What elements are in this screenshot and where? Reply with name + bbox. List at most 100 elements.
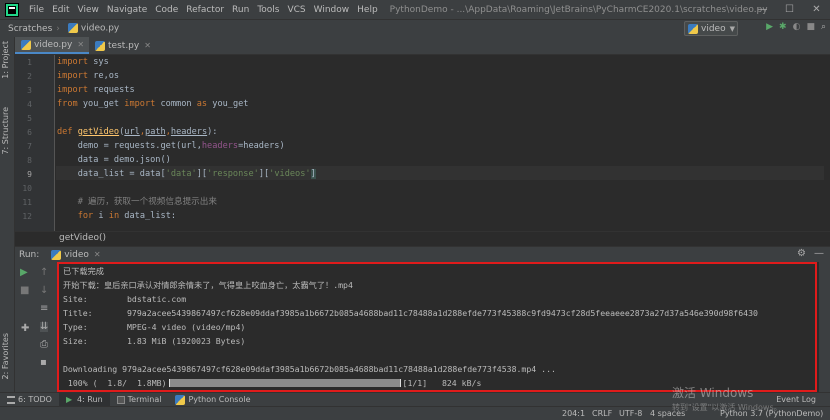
minimize-button[interactable]: — xyxy=(749,0,776,19)
code-token: 'videos' xyxy=(269,169,311,179)
run-configuration-select[interactable]: video ▼ xyxy=(684,21,738,36)
menu-help[interactable]: Help xyxy=(353,5,382,15)
function-breadcrumb[interactable]: getVideo() xyxy=(59,233,106,243)
code-token: for xyxy=(77,211,94,221)
run-tab-video[interactable]: video ✕ xyxy=(51,249,101,260)
site-value: bdstatic.com xyxy=(127,294,187,304)
search-icon[interactable]: ⌕ xyxy=(821,22,826,32)
editor-tab-bar: video.py ✕ test.py ✕ xyxy=(15,37,830,55)
python-file-icon xyxy=(688,23,698,34)
coverage-icon[interactable]: ◐ xyxy=(793,22,801,32)
title-key: Title: xyxy=(63,308,93,318)
run-icon: ▶ xyxy=(65,394,73,404)
favorites-tool-tab[interactable]: 2: Favorites xyxy=(1,333,10,379)
window-title: PythonDemo - ...\AppData\Roaming\JetBrai… xyxy=(389,4,768,15)
tab-video-py[interactable]: video.py ✕ xyxy=(15,37,90,54)
menu-tools[interactable]: Tools xyxy=(253,5,283,15)
menu-edit[interactable]: Edit xyxy=(48,5,73,15)
maximize-button[interactable]: ☐ xyxy=(776,0,803,19)
code-line: import re,os xyxy=(57,69,119,83)
debug-icon[interactable]: ✱ xyxy=(779,22,787,32)
close-icon[interactable]: ✕ xyxy=(77,40,84,49)
breadcrumb-file[interactable]: video.py xyxy=(60,23,123,34)
caret-position[interactable]: 204:1 xyxy=(562,407,585,420)
stop-icon[interactable]: ■ xyxy=(20,286,29,296)
menu-file[interactable]: File xyxy=(25,5,48,15)
line-number: 11 xyxy=(22,198,32,207)
console-progress-line: 100% ( 1.8/ 1.8MB) [1/1] 824 kB/s xyxy=(63,376,481,390)
menu-code[interactable]: Code xyxy=(151,5,182,15)
line-separator[interactable]: CRLF xyxy=(592,407,612,420)
breadcrumb-scratches[interactable]: Scratches xyxy=(0,24,56,34)
down-arrow-icon[interactable]: ↓ xyxy=(40,286,48,296)
run-tool-header: Run: video ✕ ⚙ — xyxy=(15,246,830,262)
title-value: 979a2acee5439867497cf628e09ddaf3985a1b66… xyxy=(127,308,758,318)
todo-tool-tab[interactable]: 6: TODO xyxy=(0,393,59,407)
size-value: 1.83 MiB (1920023 Bytes) xyxy=(127,336,246,346)
scroll-to-end-icon[interactable]: ⇊ xyxy=(40,322,49,332)
menu-refactor[interactable]: Refactor xyxy=(182,5,228,15)
code-token: ][ xyxy=(196,169,208,179)
hide-icon[interactable]: — xyxy=(814,248,824,259)
console-line: 开始下载：皇后亲口承认对情郎余情未了，气得皇上咬血身亡，太霸气了！.mp4 xyxy=(63,280,353,290)
code-token: you_get xyxy=(207,99,249,109)
code-token: =headers) xyxy=(238,141,285,151)
menu-view[interactable]: View xyxy=(74,5,103,15)
code-token: as xyxy=(196,99,208,109)
menu-window[interactable]: Window xyxy=(310,5,354,15)
trash-icon[interactable]: ▪ xyxy=(40,358,47,368)
line-number: 9 xyxy=(27,170,32,179)
editor-scrollbar[interactable] xyxy=(824,55,830,231)
run-tool-tab[interactable]: ▶ 4: Run xyxy=(58,392,110,407)
type-key: Type: xyxy=(63,322,88,332)
menu-navigate[interactable]: Navigate xyxy=(103,5,151,15)
print-icon[interactable]: ⎙ xyxy=(40,340,48,350)
close-icon[interactable]: ✕ xyxy=(94,250,101,259)
activation-watermark-hint: 转到"设置"以激活 Windows。 xyxy=(672,403,782,412)
code-line: import requests xyxy=(57,83,135,97)
code-token: url xyxy=(124,127,140,137)
run-toolbar: ▶ ↑ ■ ↓ ≡ ✚ ⇊ ⎙ ▪ xyxy=(15,262,57,392)
python-console-tool-tab[interactable]: Python Console xyxy=(168,393,257,407)
breadcrumb-file-label: video.py xyxy=(80,23,120,34)
structure-tool-tab[interactable]: 7: Structure xyxy=(1,107,10,155)
rerun-icon[interactable]: ▶ xyxy=(20,268,28,278)
pin-icon[interactable]: ✚ xyxy=(21,324,29,334)
event-log-button[interactable]: Event Log xyxy=(776,393,816,407)
run-icon[interactable]: ▶ xyxy=(766,22,773,32)
code-line: for i in data_list: xyxy=(57,209,176,223)
download-progress-bar xyxy=(168,379,401,387)
todo-tab-label: 6: TODO xyxy=(18,395,52,404)
menu-run[interactable]: Run xyxy=(228,5,253,15)
terminal-icon xyxy=(116,395,125,404)
code-token: requests xyxy=(88,85,135,95)
site-key: Site: xyxy=(63,294,88,304)
run-console-output[interactable]: 已下载完成 开始下载：皇后亲口承认对情郎余情未了，气得皇上咬血身亡，太霸气了！.… xyxy=(57,262,817,392)
code-editor[interactable]: 1 2 3 4 5 6 7 8 9 10 11 12 import sys im… xyxy=(15,55,830,231)
console-line: Downloading 979a2acee5439867497cf628e09d… xyxy=(63,364,556,374)
soft-wrap-icon[interactable]: ≡ xyxy=(40,304,48,314)
code-token: def xyxy=(57,127,78,137)
code-token: common xyxy=(155,99,197,109)
file-encoding[interactable]: UTF-8 xyxy=(619,407,642,420)
menu-vcs[interactable]: VCS xyxy=(283,5,309,15)
close-icon[interactable]: ✕ xyxy=(144,41,151,50)
console-line: Site: bdstatic.com xyxy=(63,292,186,306)
stop-icon[interactable]: ■ xyxy=(806,22,815,32)
terminal-tool-tab[interactable]: Terminal xyxy=(110,393,169,407)
run-configuration-label: video xyxy=(701,23,726,34)
code-line: data = demo.json() xyxy=(57,153,171,167)
up-arrow-icon[interactable]: ↑ xyxy=(40,268,48,278)
tab-test-py[interactable]: test.py ✕ xyxy=(89,37,156,54)
project-tool-tab[interactable]: 1: Project xyxy=(1,41,10,79)
console-scrollbar[interactable] xyxy=(819,262,830,392)
close-button[interactable]: ✕ xyxy=(803,0,830,19)
console-line: Type: MPEG-4 video (video/mp4) xyxy=(63,320,245,334)
left-tool-strip: 1: Project 7: Structure 2: Favorites xyxy=(0,37,15,392)
python-file-icon xyxy=(21,39,31,50)
type-value: MPEG-4 video (video/mp4) xyxy=(127,322,246,332)
code-token: 'data' xyxy=(165,169,197,179)
list-icon xyxy=(7,395,15,404)
gear-icon[interactable]: ⚙ xyxy=(797,248,806,259)
